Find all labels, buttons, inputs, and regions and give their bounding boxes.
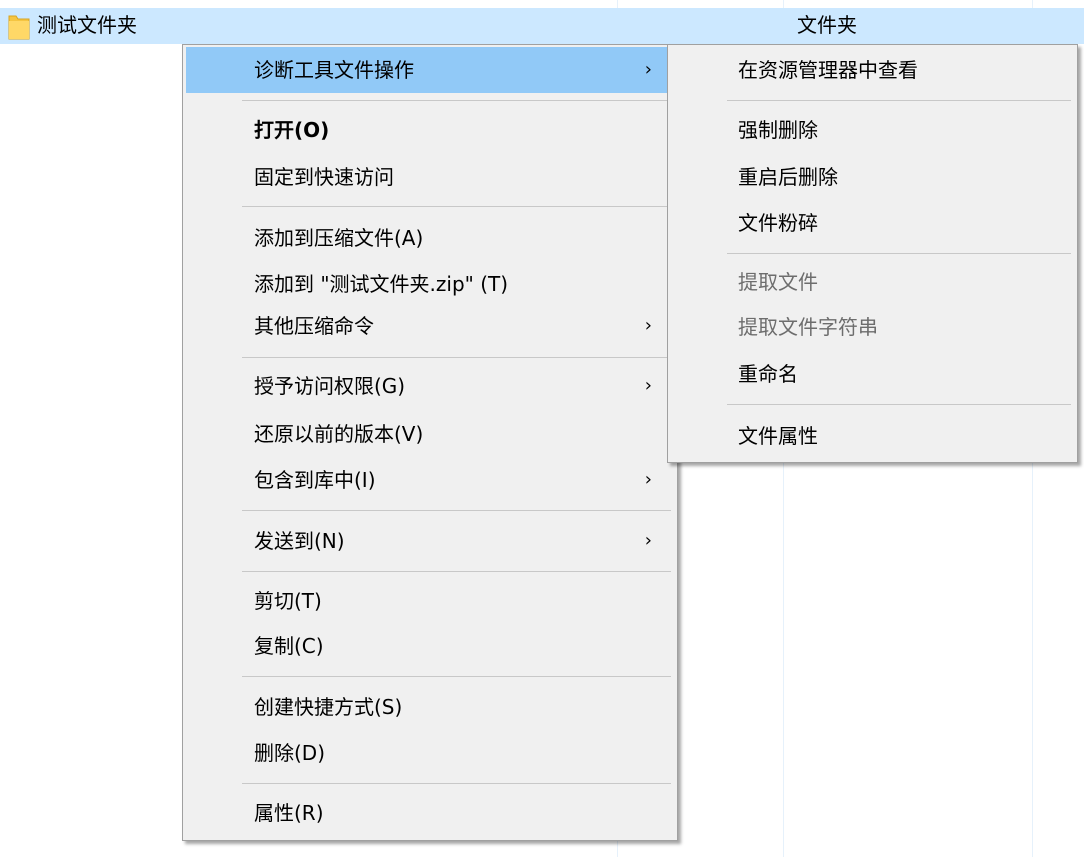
- menu-separator: [242, 676, 671, 677]
- menu-item-label: 包含到库中(I): [254, 468, 376, 492]
- menu-item-label: 其他压缩命令: [254, 314, 374, 338]
- menu-item-add-to-zip[interactable]: 添加到 "测试文件夹.zip" (T): [186, 261, 674, 307]
- submenu-item-view-in-explorer[interactable]: 在资源管理器中查看: [671, 47, 1074, 93]
- menu-item-label: 提取文件: [738, 270, 818, 294]
- context-menu: 诊断工具文件操作 › 打开(O) 固定到快速访问 添加到压缩文件(A) 添加到 …: [182, 44, 678, 841]
- menu-separator: [242, 100, 671, 101]
- menu-separator: [242, 206, 671, 207]
- submenu-item-extract-strings: 提取文件字符串: [671, 304, 1074, 350]
- menu-item-label: 重启后删除: [738, 165, 838, 189]
- submenu-item-shred-file[interactable]: 文件粉碎: [671, 200, 1074, 246]
- menu-item-restore-versions[interactable]: 还原以前的版本(V): [186, 411, 674, 457]
- menu-separator: [727, 100, 1071, 101]
- chevron-right-icon: ›: [644, 59, 652, 80]
- selected-file-row[interactable]: [0, 8, 1084, 44]
- menu-item-open[interactable]: 打开(O): [186, 107, 674, 153]
- menu-item-label: 添加到压缩文件(A): [254, 226, 424, 250]
- menu-separator: [242, 783, 671, 784]
- submenu-item-extract-file: 提取文件: [671, 259, 1074, 305]
- menu-item-label: 添加到 "测试文件夹.zip" (T): [254, 272, 509, 296]
- submenu: 在资源管理器中查看 强制删除 重启后删除 文件粉碎 提取文件 提取文件字符串 重…: [667, 44, 1078, 463]
- menu-separator: [727, 404, 1071, 405]
- folder-icon: [8, 15, 30, 40]
- menu-item-cut[interactable]: 剪切(T): [186, 578, 674, 624]
- menu-item-label: 属性(R): [254, 801, 324, 825]
- menu-item-delete[interactable]: 删除(D): [186, 730, 674, 776]
- menu-item-label: 发送到(N): [254, 529, 345, 553]
- menu-item-add-to-archive[interactable]: 添加到压缩文件(A): [186, 215, 674, 261]
- chevron-right-icon: ›: [644, 315, 652, 336]
- menu-item-properties[interactable]: 属性(R): [186, 790, 674, 836]
- menu-item-label: 在资源管理器中查看: [738, 58, 918, 82]
- chevron-right-icon: ›: [644, 469, 652, 490]
- menu-item-label: 固定到快速访问: [254, 165, 394, 189]
- submenu-item-rename[interactable]: 重命名: [671, 351, 1074, 397]
- submenu-item-force-delete[interactable]: 强制删除: [671, 107, 1074, 153]
- menu-item-create-shortcut[interactable]: 创建快捷方式(S): [186, 684, 674, 730]
- chevron-right-icon: ›: [644, 375, 652, 396]
- menu-item-label: 剪切(T): [254, 589, 322, 613]
- menu-item-grant-access[interactable]: 授予访问权限(G) ›: [186, 363, 674, 409]
- menu-item-send-to[interactable]: 发送到(N) ›: [186, 518, 674, 564]
- menu-item-label: 文件粉碎: [738, 211, 818, 235]
- menu-separator: [242, 571, 671, 572]
- menu-item-other-compress[interactable]: 其他压缩命令 ›: [186, 303, 674, 349]
- menu-item-include-in-library[interactable]: 包含到库中(I) ›: [186, 457, 674, 503]
- menu-item-label: 创建快捷方式(S): [254, 695, 403, 719]
- menu-item-label: 文件属性: [738, 424, 818, 448]
- file-name: 测试文件夹: [37, 13, 137, 37]
- chevron-right-icon: ›: [644, 530, 652, 551]
- submenu-item-delete-after-reboot[interactable]: 重启后删除: [671, 154, 1074, 200]
- menu-item-pin-quick-access[interactable]: 固定到快速访问: [186, 154, 674, 200]
- menu-item-label: 诊断工具文件操作: [254, 58, 414, 82]
- menu-item-label: 提取文件字符串: [738, 315, 878, 339]
- menu-separator: [242, 510, 671, 511]
- file-type: 文件夹: [797, 13, 857, 37]
- menu-separator: [242, 357, 671, 358]
- menu-item-label: 删除(D): [254, 741, 326, 765]
- menu-item-label: 打开(O): [254, 118, 330, 142]
- menu-item-copy[interactable]: 复制(C): [186, 623, 674, 669]
- menu-separator: [727, 253, 1071, 254]
- menu-item-label: 强制删除: [738, 118, 818, 142]
- menu-item-label: 还原以前的版本(V): [254, 422, 424, 446]
- menu-item-label: 授予访问权限(G): [254, 374, 406, 398]
- menu-item-label: 重命名: [738, 362, 798, 386]
- menu-item-label: 复制(C): [254, 634, 324, 658]
- menu-item-diagnostic-file-ops[interactable]: 诊断工具文件操作 ›: [186, 47, 674, 93]
- submenu-item-file-properties[interactable]: 文件属性: [671, 413, 1074, 459]
